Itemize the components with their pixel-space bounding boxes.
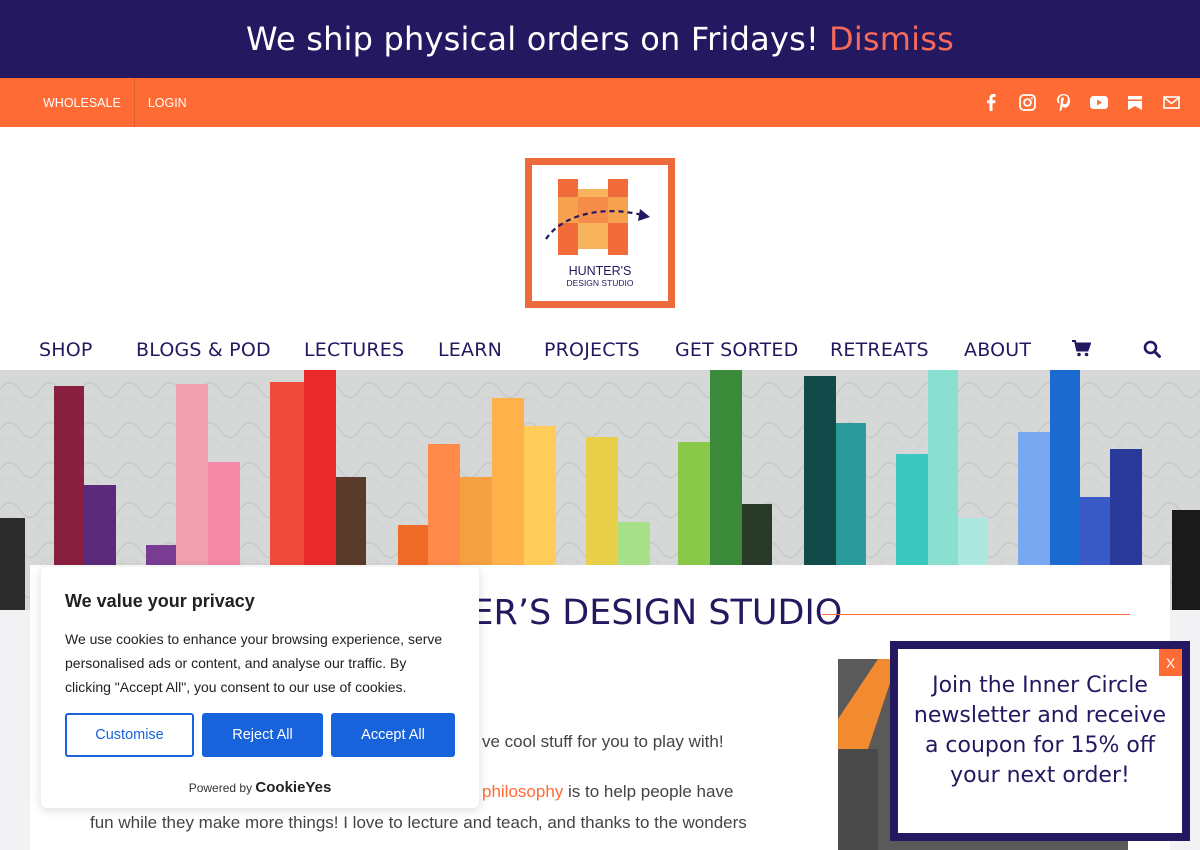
title-divider: [822, 614, 1130, 615]
bookmark-icon[interactable]: [1126, 94, 1144, 112]
cookie-consent-dialog: We value your privacy We use cookies to …: [41, 567, 479, 808]
mail-icon[interactable]: [1162, 94, 1180, 112]
cookie-description: We use cookies to enhance your browsing …: [65, 631, 443, 695]
cookie-heading: We value your privacy: [65, 591, 255, 611]
intro-line-1: ve cool stuff for you to play with!: [482, 732, 724, 751]
page-title: TER’S DESIGN STUDIO: [450, 593, 843, 633]
nav-retreats[interactable]: RETREATS: [830, 339, 929, 361]
nav-shop[interactable]: SHOP: [39, 339, 93, 361]
newsletter-text: Join the Inner Circle newsletter and rec…: [913, 673, 1167, 788]
intro-line-3: fun while they make more things! I love …: [90, 813, 747, 832]
cookieyes-logo[interactable]: CookieYes: [255, 779, 331, 796]
login-link[interactable]: LOGIN: [133, 78, 200, 127]
intro-line-2: philosophy is to help people have: [482, 776, 733, 807]
logo-line2: DESIGN STUDIO: [566, 278, 634, 288]
facebook-icon[interactable]: [982, 94, 1000, 112]
nav-get-sorted[interactable]: GET SORTED: [675, 339, 798, 361]
site-header: HUNTER'S DESIGN STUDIO SHOP BLOGS & POD …: [0, 127, 1200, 370]
nav-about[interactable]: ABOUT: [964, 339, 1031, 361]
accept-all-button[interactable]: Accept All: [331, 713, 455, 757]
youtube-icon[interactable]: [1090, 94, 1108, 112]
logo-line1: HUNTER'S: [568, 264, 632, 278]
nav-learn[interactable]: LEARN: [438, 339, 502, 361]
top-bar: WHOLESALE LOGIN: [0, 78, 1200, 127]
intro-line-2-text: is to help people have: [563, 782, 734, 801]
customise-button[interactable]: Customise: [65, 713, 194, 757]
announcement-text: We ship physical orders on Fridays!: [245, 20, 819, 58]
nav-projects[interactable]: PROJECTS: [544, 339, 640, 361]
powered-by-text: Powered by: [188, 781, 253, 795]
powered-by: Powered by CookieYes: [41, 779, 479, 796]
search-icon[interactable]: [1143, 340, 1161, 363]
site-logo[interactable]: HUNTER'S DESIGN STUDIO: [525, 158, 675, 308]
newsletter-close-button[interactable]: X: [1159, 649, 1182, 676]
announcement-bar: We ship physical orders on Fridays! Dism…: [0, 0, 1200, 78]
wholesale-link[interactable]: WHOLESALE: [30, 78, 134, 127]
nav-lectures[interactable]: LECTURES: [304, 339, 404, 361]
reject-all-button[interactable]: Reject All: [202, 713, 323, 757]
newsletter-popup: Join the Inner Circle newsletter and rec…: [890, 641, 1190, 841]
main-nav: SHOP BLOGS & POD LECTURES LEARN PROJECTS…: [0, 336, 1200, 366]
instagram-icon[interactable]: [1018, 94, 1036, 112]
cart-icon[interactable]: [1072, 340, 1092, 362]
pinterest-icon[interactable]: [1054, 94, 1072, 112]
nav-blogs-pod[interactable]: BLOGS & POD: [136, 339, 271, 361]
dismiss-link[interactable]: Dismiss: [829, 20, 954, 58]
philosophy-link[interactable]: philosophy: [482, 782, 563, 801]
